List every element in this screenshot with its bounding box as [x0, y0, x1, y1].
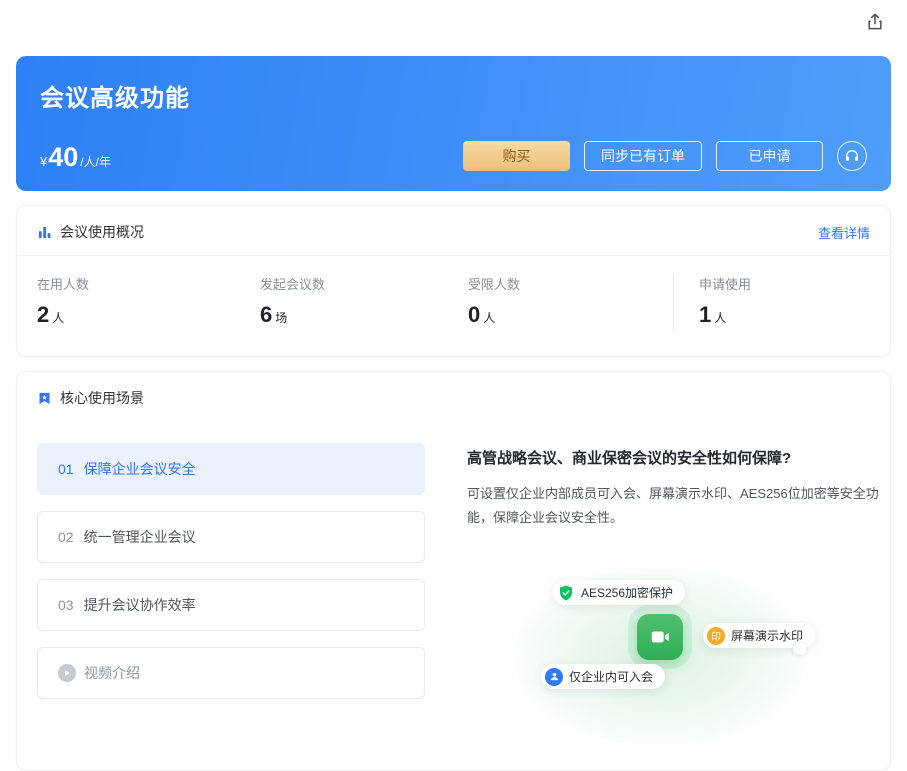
badge-internal-only: 仅企业内可入会 — [541, 664, 665, 689]
price-unit: /人/年 — [80, 153, 111, 170]
stat-label: 发起会议数 — [260, 274, 468, 293]
scenario-label: 保障企业会议安全 — [84, 459, 196, 479]
scenario-label: 提升会议协作效率 — [84, 595, 196, 615]
person-icon — [545, 668, 563, 686]
scenario-body: 01 保障企业会议安全 02 统一管理企业会议 03 提升会议协作效率 视频介绍 — [17, 421, 890, 738]
price-currency: ¥ — [40, 154, 47, 169]
stat-active-users: 在用人数 2人 — [37, 274, 260, 326]
price: ¥ 40 /人/年 — [40, 144, 111, 171]
stamp-icon: 印 — [707, 627, 725, 645]
applied-button[interactable]: 已申请 — [716, 141, 823, 171]
scenario-list: 01 保障企业会议安全 02 统一管理企业会议 03 提升会议协作效率 视频介绍 — [37, 443, 425, 738]
video-intro-item[interactable]: 视频介绍 — [37, 647, 425, 699]
stat-unit: 人 — [483, 311, 495, 325]
banner: 会议高级功能 ¥ 40 /人/年 购买 同步已有订单 已申请 — [16, 56, 891, 191]
security-illustration: AES256加密保护 印 屏幕演示水印 仅企业内可入会 — [507, 558, 847, 738]
scenarios-card: 核心使用场景 01 保障企业会议安全 02 统一管理企业会议 03 提升会议协作… — [16, 371, 891, 771]
stat-value: 0人 — [468, 304, 673, 326]
view-details-link[interactable]: 查看详情 — [818, 223, 870, 242]
page-title: 会议高级功能 — [40, 78, 867, 113]
scenario-number: 02 — [58, 529, 74, 545]
badge-label: 仅企业内可入会 — [569, 668, 653, 685]
stat-restricted-users: 受限人数 0人 — [468, 274, 673, 326]
scenario-number: 03 — [58, 597, 74, 613]
scenario-item-security[interactable]: 01 保障企业会议安全 — [37, 443, 425, 495]
stat-unit: 人 — [714, 311, 726, 325]
video-camera-icon — [637, 614, 683, 660]
stat-meetings-started: 发起会议数 6场 — [260, 274, 468, 326]
play-icon — [58, 664, 76, 682]
overview-header: 会议使用概况 查看详情 — [17, 206, 890, 256]
bar-chart-icon — [37, 225, 52, 240]
support-button[interactable] — [837, 141, 867, 171]
stat-unit: 人 — [52, 311, 64, 325]
stat-label: 申请使用 — [699, 274, 870, 293]
sync-orders-button[interactable]: 同步已有订单 — [584, 141, 702, 171]
banner-actions: 购买 同步已有订单 已申请 — [463, 141, 867, 171]
overview-title: 会议使用概况 — [60, 222, 144, 242]
bookmark-icon — [37, 391, 52, 406]
top-bar — [0, 0, 907, 44]
scenario-detail-title: 高管战略会议、商业保密会议的安全性如何保障? — [467, 447, 891, 468]
stat-value: 2人 — [37, 304, 260, 326]
usage-stats: 在用人数 2人 发起会议数 6场 受限人数 0人 申请使用 1人 — [17, 256, 890, 356]
badge-aes-encryption: AES256加密保护 — [553, 580, 685, 605]
overview-card: 会议使用概况 查看详情 在用人数 2人 发起会议数 6场 受限人数 0人 申请使… — [16, 205, 891, 357]
scenarios-header: 核心使用场景 — [17, 372, 890, 421]
scenario-label: 统一管理企业会议 — [84, 527, 196, 547]
stat-unit: 场 — [275, 311, 287, 325]
stat-apply-usage: 申请使用 1人 — [674, 274, 870, 326]
stat-label: 在用人数 — [37, 274, 260, 293]
decorative-dot — [793, 642, 806, 655]
video-intro-label: 视频介绍 — [84, 663, 140, 683]
share-button[interactable] — [861, 8, 889, 36]
scenario-number: 01 — [58, 461, 74, 477]
buy-button[interactable]: 购买 — [463, 141, 570, 171]
shield-check-icon — [557, 584, 575, 602]
page: 会议高级功能 ¥ 40 /人/年 购买 同步已有订单 已申请 — [0, 0, 907, 771]
scenario-detail-desc: 可设置仅企业内部成员可入会、屏幕演示水印、AES256位加密等安全功能，保障企业… — [467, 482, 891, 530]
scenario-item-management[interactable]: 02 统一管理企业会议 — [37, 511, 425, 563]
scenarios-title: 核心使用场景 — [60, 388, 144, 408]
share-icon — [865, 12, 885, 32]
stat-label: 受限人数 — [468, 274, 673, 293]
badge-label: AES256加密保护 — [581, 584, 673, 601]
price-amount: 40 — [48, 144, 78, 171]
scenario-detail: 高管战略会议、商业保密会议的安全性如何保障? 可设置仅企业内部成员可入会、屏幕演… — [467, 443, 891, 738]
stat-value: 6场 — [260, 304, 468, 326]
scenario-item-efficiency[interactable]: 03 提升会议协作效率 — [37, 579, 425, 631]
headset-icon — [844, 148, 860, 164]
badge-label: 屏幕演示水印 — [731, 627, 803, 644]
stat-value: 1人 — [699, 304, 870, 326]
